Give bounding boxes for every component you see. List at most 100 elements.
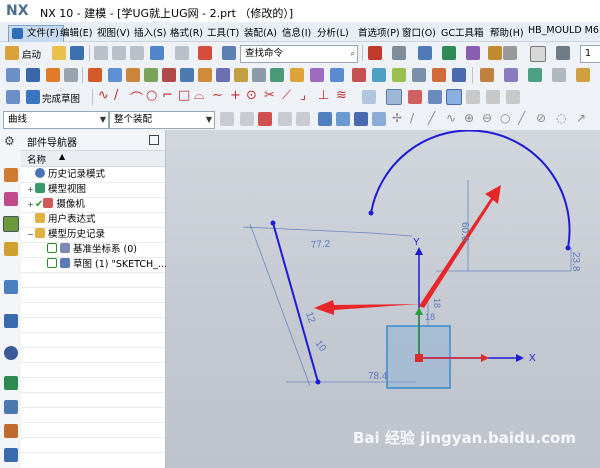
pad-icon[interactable] bbox=[216, 68, 230, 82]
menu-analysis[interactable]: 分析(L) bbox=[317, 25, 349, 39]
fillet-icon[interactable]: ⌐ bbox=[162, 88, 173, 103]
menu-edit[interactable]: 编辑(E) bbox=[60, 25, 92, 39]
tree-item-model-history[interactable]: − 模型历史记录 bbox=[27, 228, 105, 242]
endpoint-snap-icon[interactable]: ✢ bbox=[392, 111, 402, 125]
block-icon[interactable] bbox=[88, 68, 102, 82]
render-style-icon[interactable] bbox=[392, 46, 406, 60]
trim-body-icon[interactable] bbox=[412, 68, 426, 82]
dimension-label[interactable]: 18 bbox=[432, 298, 442, 308]
paste-icon[interactable] bbox=[130, 46, 144, 60]
display-mode-icon[interactable] bbox=[466, 46, 480, 60]
intersection-snap-icon[interactable]: ∿ bbox=[446, 111, 456, 125]
relations-browser-icon[interactable] bbox=[446, 89, 462, 105]
rapid-dimension-icon[interactable] bbox=[362, 90, 376, 104]
select-all-icon[interactable] bbox=[240, 112, 254, 126]
expand-icon[interactable]: + bbox=[27, 183, 35, 197]
offset-face-icon[interactable] bbox=[252, 68, 266, 82]
command-finder-icon[interactable] bbox=[222, 46, 236, 60]
geometric-constraint-icon[interactable] bbox=[386, 89, 402, 105]
system-materials-icon[interactable] bbox=[4, 376, 18, 390]
filter-reset-icon[interactable] bbox=[220, 112, 234, 126]
color-swatch-icon[interactable] bbox=[530, 46, 546, 62]
menu-info[interactable]: 信息(I) bbox=[282, 25, 311, 39]
orient-view-icon[interactable] bbox=[442, 46, 456, 60]
assembly-navigator-icon[interactable] bbox=[4, 168, 18, 182]
shell-icon[interactable] bbox=[270, 68, 284, 82]
start-icon[interactable] bbox=[5, 46, 19, 60]
layer-field[interactable]: 1 bbox=[580, 45, 600, 63]
layer-icon[interactable] bbox=[556, 46, 570, 60]
web-browser-icon[interactable] bbox=[4, 314, 18, 328]
menu-tools[interactable]: 工具(T) bbox=[207, 25, 239, 39]
dimension-label[interactable]: 60.6 bbox=[459, 222, 470, 242]
cut-icon[interactable] bbox=[94, 46, 108, 60]
manufacturing-wizards-icon[interactable] bbox=[4, 424, 18, 438]
settings-gear-icon[interactable]: ⚙ bbox=[4, 134, 15, 148]
type-filter-select[interactable]: 曲线 ▼ bbox=[3, 111, 109, 129]
line-icon[interactable]: / bbox=[114, 88, 118, 103]
repeat-command-icon[interactable] bbox=[198, 46, 212, 60]
point-icon[interactable]: + bbox=[230, 88, 241, 103]
unite-icon[interactable] bbox=[352, 68, 366, 82]
search-icon[interactable]: ⌕ bbox=[351, 46, 355, 62]
graphics-window[interactable]: X Y 77.2 60.6 23.8 12 10 78.4 18 18 Bai … bbox=[166, 130, 600, 468]
point-on-curve-snap-icon[interactable]: ╱ bbox=[518, 111, 525, 125]
checkmark-icon[interactable]: ✔ bbox=[35, 199, 43, 210]
redo-icon[interactable] bbox=[175, 46, 189, 60]
control-point-snap-icon[interactable]: ╱ bbox=[428, 111, 435, 125]
point-on-face-snap-icon[interactable]: ⊘ bbox=[536, 111, 546, 125]
sketch-canvas[interactable]: X Y 77.2 60.6 23.8 12 10 78.4 18 18 bbox=[166, 130, 600, 468]
midpoint-snap-icon[interactable]: / bbox=[410, 111, 414, 125]
mirror-icon[interactable] bbox=[480, 68, 494, 82]
corner-icon[interactable]: ⌟ bbox=[300, 88, 306, 103]
sketch-icon[interactable] bbox=[6, 68, 20, 82]
more-features-icon[interactable] bbox=[552, 68, 566, 82]
sketch-more-icon[interactable] bbox=[506, 90, 520, 104]
tree-item-sketch[interactable]: 草图 (1) "SKETCH_… bbox=[47, 258, 167, 272]
make-corner-icon[interactable]: ⊥ bbox=[318, 88, 329, 103]
arc-center-snap-icon[interactable]: ⊕ bbox=[464, 111, 474, 125]
wireframe-view-icon[interactable] bbox=[336, 112, 350, 126]
save-icon[interactable] bbox=[70, 46, 84, 60]
feature-dropdown-icon[interactable] bbox=[576, 68, 590, 82]
sync-icon[interactable] bbox=[528, 68, 542, 82]
menu-preferences[interactable]: 首选项(P) bbox=[358, 25, 400, 39]
sort-ascending-icon[interactable]: ▲ bbox=[59, 152, 65, 161]
quadrant-snap-icon[interactable]: ⊖ bbox=[482, 111, 492, 125]
sphere-icon[interactable] bbox=[144, 68, 158, 82]
inferred-constraints-icon[interactable] bbox=[486, 90, 500, 104]
iso-view-icon[interactable] bbox=[372, 112, 386, 126]
subtract-icon[interactable] bbox=[372, 68, 386, 82]
conic-icon[interactable]: ⊙ bbox=[246, 88, 257, 103]
background-icon[interactable] bbox=[503, 46, 517, 60]
menu-window[interactable]: 窗口(O) bbox=[402, 25, 436, 39]
cylinder-icon[interactable] bbox=[108, 68, 122, 82]
part-navigator-icon[interactable] bbox=[3, 216, 19, 232]
polygon-icon[interactable]: ⌓ bbox=[194, 88, 204, 103]
dimension-label[interactable]: 12 bbox=[303, 311, 317, 325]
circle-icon[interactable]: ○ bbox=[146, 88, 157, 103]
hole-icon[interactable] bbox=[162, 68, 176, 82]
menu-view[interactable]: 视图(V) bbox=[97, 25, 130, 39]
move-face-icon[interactable] bbox=[504, 68, 518, 82]
show-constraints-icon[interactable] bbox=[428, 90, 442, 104]
sketch-task-icon[interactable] bbox=[6, 90, 20, 104]
cone-icon[interactable] bbox=[126, 68, 140, 82]
draft-icon[interactable] bbox=[330, 68, 344, 82]
pattern-icon[interactable] bbox=[452, 68, 466, 82]
chamfer-icon[interactable] bbox=[310, 68, 324, 82]
process-studio-icon[interactable] bbox=[4, 400, 18, 414]
menu-gc-toolbox[interactable]: GC工具箱 bbox=[441, 25, 484, 39]
profile-icon[interactable]: ∿ bbox=[98, 88, 109, 103]
fit-view-icon[interactable] bbox=[418, 46, 432, 60]
hd3d-tools-icon[interactable] bbox=[4, 280, 18, 294]
reuse-library-icon[interactable] bbox=[4, 242, 18, 256]
menu-format[interactable]: 格式(R) bbox=[170, 25, 203, 39]
tree-item-model-views[interactable]: + 模型视图 bbox=[27, 183, 86, 197]
edge-blend-icon[interactable] bbox=[290, 68, 304, 82]
open-icon[interactable] bbox=[52, 46, 66, 60]
extend-icon[interactable]: ⟋ bbox=[282, 88, 291, 103]
tree-item-history-mode[interactable]: 历史记录模式 bbox=[27, 168, 105, 182]
roles-icon[interactable] bbox=[4, 448, 18, 462]
maximize-icon[interactable] bbox=[149, 135, 159, 145]
